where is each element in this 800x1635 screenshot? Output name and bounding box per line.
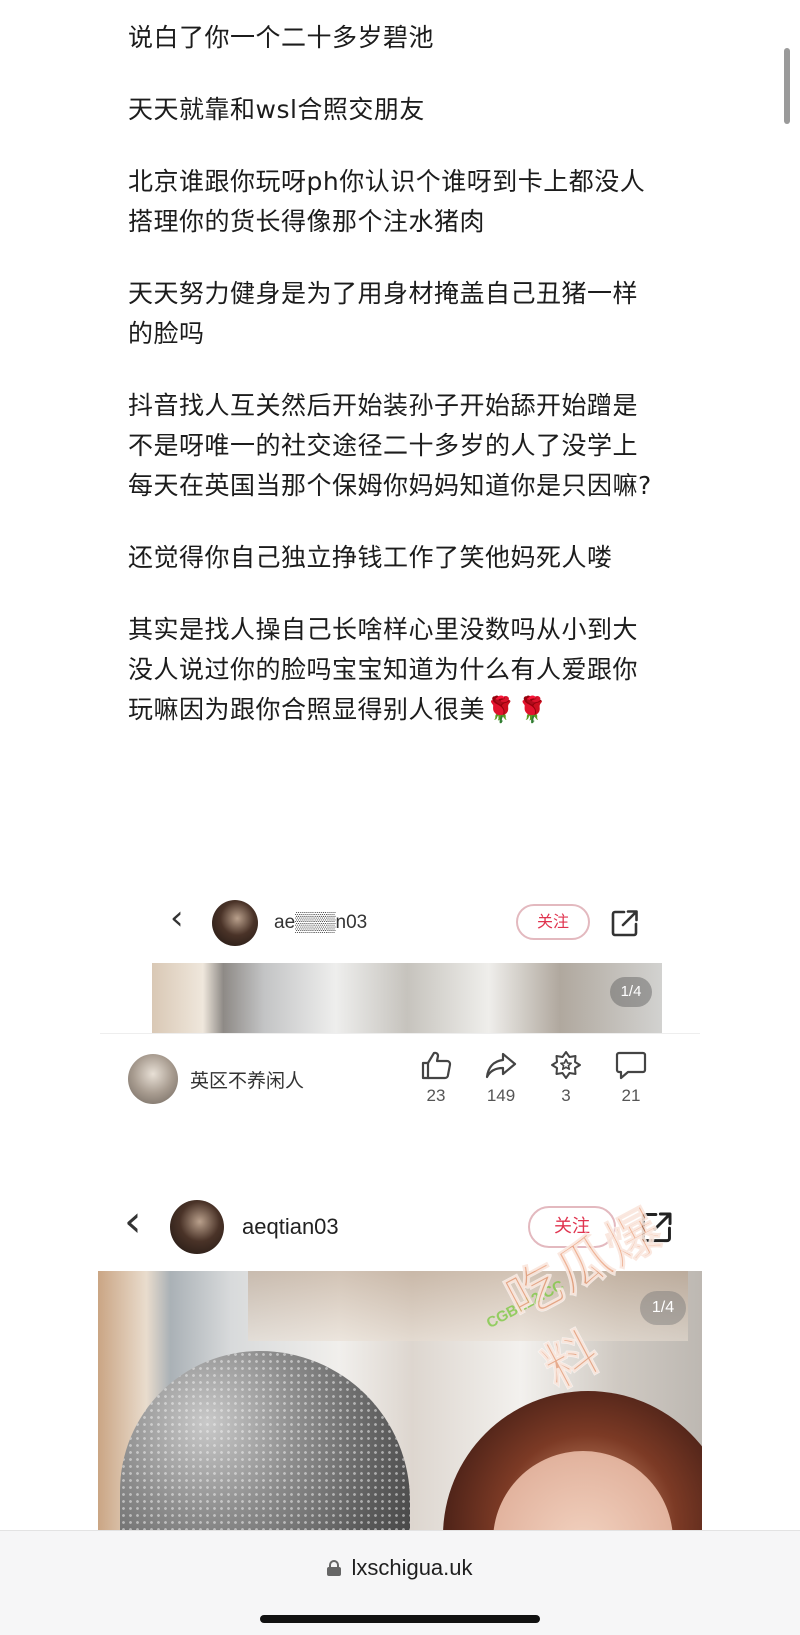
comment-icon <box>615 1051 647 1080</box>
post-paragraph-2: 天天就靠和wsl合照交朋友 <box>128 95 425 124</box>
avatar[interactable] <box>212 900 258 946</box>
home-indicator[interactable] <box>260 1615 540 1623</box>
share-count: 149 <box>486 1086 516 1105</box>
post-paragraph-4: 天天努力健身是为了用身材掩盖自己丑猪一样 的脸吗 <box>128 279 639 348</box>
post-paragraph-7: 其实是找人操自己长啥样心里没数吗从小到大 没人说过你的脸吗宝宝知道为什么有人爱跟… <box>128 615 639 724</box>
photo-counter-large: 1/4 <box>640 1291 686 1325</box>
username[interactable]: ae▒▒▒n03 <box>274 912 367 934</box>
share-icon[interactable] <box>610 908 640 938</box>
sequin-hat <box>120 1351 410 1533</box>
url-text: lxschigua.uk <box>351 1555 473 1580</box>
author-name[interactable]: 英区不养闲人 <box>190 1066 304 1093</box>
divider <box>100 1033 700 1034</box>
scrollbar[interactable] <box>784 48 790 124</box>
post-photo-small[interactable]: 1/4 <box>152 963 662 1033</box>
author-stats-row: 英区不养闲人 23 149 3 21 <box>128 1050 688 1120</box>
follow-button-large[interactable]: 关注 <box>528 1206 616 1248</box>
photo-counter: 1/4 <box>610 977 652 1007</box>
post-paragraph-5: 抖音找人互关然后开始装孙子开始舔开始蹭是 不是呀唯一的社交途径二十多岁的人了没学… <box>128 391 652 500</box>
photo-ceiling <box>248 1271 688 1341</box>
address-bar[interactable]: lxschigua.uk <box>0 1555 800 1581</box>
back-chevron-icon[interactable]: ‹ <box>170 898 184 938</box>
lock-icon <box>327 1560 342 1576</box>
like-stat[interactable]: 23 <box>408 1050 464 1106</box>
thumbs-up-icon <box>421 1051 452 1080</box>
browser-bottom-bar: lxschigua.uk <box>0 1530 800 1635</box>
embed-header-small: ‹ ae▒▒▒n03 关注 <box>170 894 670 954</box>
forward-arrow-icon <box>485 1052 517 1079</box>
post-paragraph-6: 还觉得你自己独立挣钱工作了笑他妈死人喽 <box>128 543 613 572</box>
post-body: 说白了你一个二十多岁碧池 天天就靠和wsl合照交朋友 北京谁跟你玩呀ph你认识个… <box>128 18 688 762</box>
star-badge-icon <box>551 1051 581 1079</box>
post-photo-large[interactable]: 1/4 <box>98 1271 702 1533</box>
collect-stat[interactable]: 3 <box>538 1050 594 1106</box>
like-count: 23 <box>426 1086 446 1105</box>
author-avatar[interactable] <box>128 1054 178 1104</box>
comment-count: 21 <box>621 1086 641 1105</box>
post-paragraph-3: 北京谁跟你玩呀ph你认识个谁呀到卡上都没人 搭理你的货长得像那个注水猪肉 <box>128 167 646 236</box>
post-paragraph-1: 说白了你一个二十多岁碧池 <box>128 23 435 52</box>
collect-count: 3 <box>561 1086 571 1105</box>
username-large[interactable]: aeqtian03 <box>242 1214 339 1240</box>
avatar-large[interactable] <box>170 1200 224 1254</box>
follow-button[interactable]: 关注 <box>516 904 590 940</box>
share-icon-large[interactable] <box>640 1210 674 1244</box>
share-stat[interactable]: 149 <box>473 1050 529 1106</box>
comment-stat[interactable]: 21 <box>603 1050 659 1106</box>
back-chevron-icon-large[interactable]: ‹ <box>124 1196 142 1247</box>
